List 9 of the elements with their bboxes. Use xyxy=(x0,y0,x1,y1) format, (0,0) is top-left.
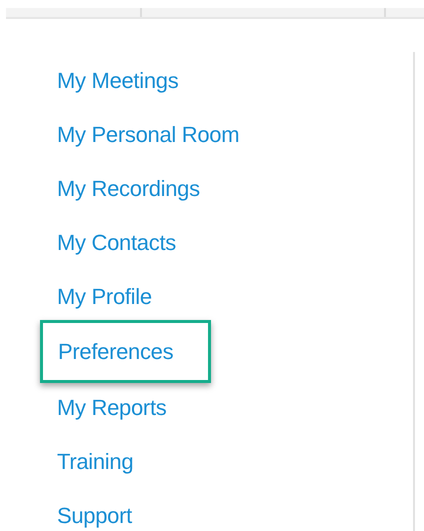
menu-link[interactable]: My Personal Room xyxy=(57,120,240,150)
menu-link[interactable]: My Recordings xyxy=(57,174,200,204)
menu-link[interactable]: My Meetings xyxy=(57,66,178,96)
menu-link[interactable]: My Profile xyxy=(57,282,152,312)
menu-link[interactable]: Training xyxy=(57,447,134,477)
menu-link[interactable]: Support xyxy=(57,501,132,531)
menu-link[interactable]: Preferences xyxy=(40,320,212,383)
menu-link[interactable]: My Contacts xyxy=(57,228,176,258)
menu-link[interactable]: My Reports xyxy=(57,393,166,423)
